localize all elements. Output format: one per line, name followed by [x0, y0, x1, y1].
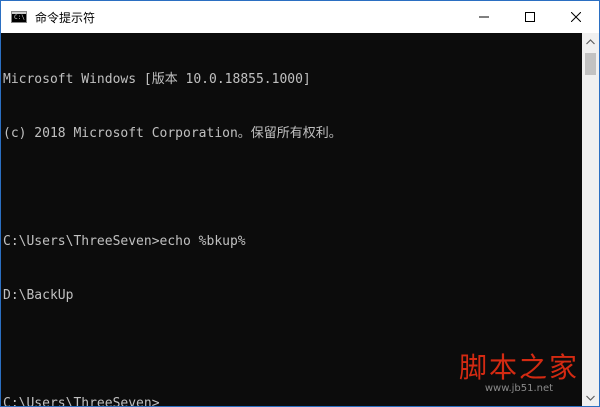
window-title: 命令提示符 [35, 10, 96, 25]
site-watermark: 脚本之家 www.jb51.net [459, 354, 579, 394]
scroll-down-button[interactable] [582, 389, 599, 406]
console-line: (c) 2018 Microsoft Corporation。保留所有权利。 [3, 126, 342, 141]
vertical-scrollbar[interactable] [582, 33, 599, 406]
console-area[interactable]: Microsoft Windows [版本 10.0.18855.1000] (… [1, 33, 599, 406]
scroll-down-arrow-icon [586, 395, 595, 401]
close-button[interactable] [553, 1, 599, 33]
watermark-brand: 脚本之家 [458, 351, 579, 384]
scrollbar-thumb[interactable] [585, 53, 596, 75]
console-line: Microsoft Windows [版本 10.0.18855.1000] [3, 72, 311, 87]
maximize-button[interactable] [507, 1, 553, 33]
console-line: C:\Users\ThreeSeven>echo %bkup% [3, 234, 246, 249]
close-icon [571, 12, 581, 22]
cmd-app-icon[interactable]: C:\ [11, 11, 27, 23]
cmd-app-icon-label: C:\ [14, 14, 25, 21]
console-prompt-line[interactable]: C:\Users\ThreeSeven> [3, 395, 578, 406]
scroll-up-button[interactable] [582, 33, 599, 50]
maximize-icon [525, 12, 535, 22]
minimize-button[interactable] [461, 1, 507, 33]
console-line: D:\BackUp [3, 288, 74, 303]
minimize-icon [479, 16, 489, 18]
scroll-up-arrow-icon [586, 38, 595, 44]
watermark-url: www.jb51.net [484, 383, 554, 394]
cmd-window: C:\ 命令提示符 Microsoft Windows [版本 10.0.188… [0, 0, 600, 407]
title-bar[interactable]: C:\ 命令提示符 [1, 1, 599, 33]
